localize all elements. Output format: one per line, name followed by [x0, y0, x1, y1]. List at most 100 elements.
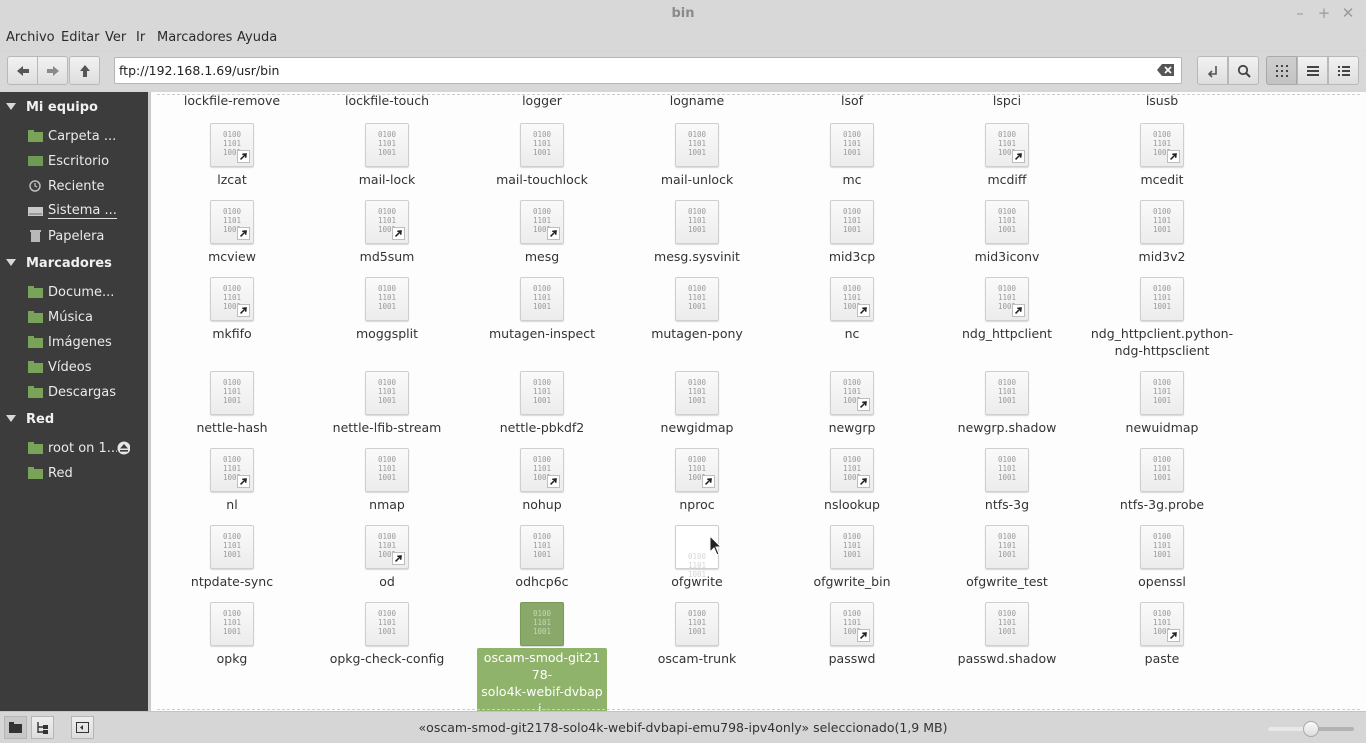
hide-sidebar-button[interactable] [71, 716, 94, 739]
file-item[interactable]: 0100 1101 1001 nproc [624, 448, 770, 513]
file-item[interactable]: 0100 1101 1001 mcedit [1089, 123, 1235, 188]
file-item[interactable]: 0100 1101 1001 mesg [469, 200, 615, 265]
file-item[interactable]: 0100 1101 1001 opkg-check-config [314, 602, 460, 667]
file-item[interactable]: 0100 1101 1001 mail-touchlock [469, 123, 615, 188]
file-item[interactable]: lockfile-touch [314, 92, 460, 109]
file-item[interactable]: 0100 1101 1001 oscam-smod-git2178- solo4k… [469, 602, 615, 711]
file-item[interactable]: 0100 1101 1001 ndg_httpclient.python- ndg… [1089, 277, 1235, 359]
binary-glyph: 0100 1101 1001 [377, 130, 397, 157]
location-input[interactable]: ftp://192.168.1.69/usr/bin [119, 63, 279, 78]
file-item[interactable]: 0100 1101 1001 odhcp6c [469, 525, 615, 590]
file-item[interactable]: 0100 1101 1001 lzcat [159, 123, 305, 188]
close-button[interactable]: ✕ [1338, 3, 1358, 23]
location-bar[interactable]: ftp://192.168.1.69/usr/bin [114, 57, 1182, 84]
sidebar-item-reciente[interactable]: Reciente [28, 175, 146, 197]
menu-ir[interactable]: Ir [136, 30, 145, 45]
file-view[interactable]: lockfile-remove lockfile-touch logger logna… [150, 92, 1366, 711]
file-item[interactable]: 0100 1101 1001 moggsplit [314, 277, 460, 342]
file-item[interactable]: 0100 1101 1001 mid3cp [779, 200, 925, 265]
file-item[interactable]: 0100 1101 1001 md5sum [314, 200, 460, 265]
sidebar-section-mi-equipo[interactable]: Mi equipo [6, 100, 98, 115]
sidebar-section-red[interactable]: Red [6, 412, 54, 427]
compact-view-button[interactable] [1328, 56, 1359, 85]
file-item[interactable]: 0100 1101 1001 mail-unlock [624, 123, 770, 188]
file-item[interactable]: lockfile-remove [159, 92, 305, 109]
file-item[interactable]: 0100 1101 1001 oscam-trunk [624, 602, 770, 667]
file-item[interactable]: 0100 1101 1001 nettle-pbkdf2 [469, 371, 615, 436]
binary-file-icon: 0100 1101 1001 [985, 200, 1029, 244]
maximize-button[interactable]: + [1314, 3, 1334, 23]
sidebar-item-carpeta[interactable]: Carpeta ... [28, 125, 146, 147]
file-item[interactable]: 0100 1101 1001 nc [779, 277, 925, 342]
sidebar-item-red[interactable]: Red [28, 462, 146, 484]
back-button[interactable] [7, 56, 38, 85]
file-item[interactable]: 0100 1101 1001 mcview [159, 200, 305, 265]
show-tree-button[interactable] [31, 716, 54, 739]
file-item[interactable]: 0100 1101 1001 od [314, 525, 460, 590]
menu-editar[interactable]: Editar [61, 30, 100, 45]
file-item[interactable]: 0100 1101 1001 mail-lock [314, 123, 460, 188]
file-item[interactable]: 0100 1101 1001 passwd.shadow [934, 602, 1080, 667]
file-item[interactable]: 0100 1101 1001 nslookup [779, 448, 925, 513]
search-button[interactable] [1228, 56, 1259, 85]
sidebar-item-papelera[interactable]: Papelera [28, 225, 146, 247]
clear-location-icon[interactable] [1157, 63, 1175, 77]
file-item[interactable]: 0100 1101 1001 nettle-lfib-stream [314, 371, 460, 436]
file-item[interactable]: 0100 1101 1001 ndg_httpclient [934, 277, 1080, 342]
sidebar-item-sistema[interactable]: Sistema ... [28, 200, 146, 222]
file-item[interactable]: 0100 1101 1001 ofgwrite_bin [779, 525, 925, 590]
sidebar-item-imagenes[interactable]: Imágenes [28, 331, 146, 353]
file-item[interactable]: 0100 1101 1001 ntfs-3g [934, 448, 1080, 513]
file-item[interactable]: lspci [934, 92, 1080, 109]
minimize-button[interactable]: – [1290, 3, 1310, 23]
show-places-button[interactable] [4, 716, 27, 739]
file-item[interactable]: 0100 1101 1001 ntpdate-sync [159, 525, 305, 590]
menu-marcadores[interactable]: Marcadores [157, 30, 232, 45]
file-item[interactable]: 0100 1101 1001 newgrp.shadow [934, 371, 1080, 436]
toggle-location-button[interactable] [1197, 56, 1228, 85]
zoom-slider-handle[interactable] [1303, 721, 1319, 737]
file-item[interactable]: 0100 1101 1001 mid3iconv [934, 200, 1080, 265]
sidebar-item-root-share[interactable]: root on 1... [28, 437, 146, 459]
file-item[interactable]: 0100 1101 1001 opkg [159, 602, 305, 667]
file-item[interactable]: 0100 1101 1001 nettle-hash [159, 371, 305, 436]
up-button[interactable] [69, 56, 100, 85]
file-item[interactable]: 0100 1101 1001 mutagen-inspect [469, 277, 615, 342]
file-item[interactable]: 0100 1101 1001 mid3v2 [1089, 200, 1235, 265]
file-item[interactable]: 0100 1101 1001 mkfifo [159, 277, 305, 342]
menu-ayuda[interactable]: Ayuda [237, 30, 277, 45]
sidebar-section-marcadores[interactable]: Marcadores [6, 256, 112, 271]
icon-view-button[interactable] [1266, 56, 1297, 85]
menu-ver[interactable]: Ver [105, 30, 126, 45]
file-item[interactable]: 0100 1101 1001 nohup [469, 448, 615, 513]
file-item[interactable]: logname [624, 92, 770, 109]
file-item[interactable]: 0100 1101 1001 openssl [1089, 525, 1235, 590]
file-item[interactable]: 0100 1101 1001 newgidmap [624, 371, 770, 436]
sidebar-item-musica[interactable]: Música [28, 306, 146, 328]
file-item[interactable]: 0100 1101 1001 mcdiff [934, 123, 1080, 188]
file-item[interactable]: 0100 1101 1001 newuidmap [1089, 371, 1235, 436]
file-item[interactable]: 0100 1101 1001 mesg.sysvinit [624, 200, 770, 265]
file-item[interactable]: 0100 1101 1001 ofgwrite [624, 525, 770, 590]
file-item[interactable]: lsof [779, 92, 925, 109]
file-item[interactable]: 0100 1101 1001 nl [159, 448, 305, 513]
sidebar-item-descargas[interactable]: Descargas [28, 381, 146, 403]
file-item[interactable]: 0100 1101 1001 mc [779, 123, 925, 188]
file-item[interactable]: 0100 1101 1001 paste [1089, 602, 1235, 667]
file-item[interactable]: lsusb [1089, 92, 1235, 109]
file-item[interactable]: 0100 1101 1001 mutagen-pony [624, 277, 770, 342]
sidebar-item-videos[interactable]: Vídeos [28, 356, 146, 378]
forward-button[interactable] [37, 56, 68, 85]
file-item[interactable]: 0100 1101 1001 passwd [779, 602, 925, 667]
sidebar-item-escritorio[interactable]: Escritorio [28, 150, 146, 172]
sidebar-item-documentos[interactable]: Docume... [28, 281, 146, 303]
file-item[interactable]: 0100 1101 1001 nmap [314, 448, 460, 513]
menu-archivo[interactable]: Archivo [6, 30, 55, 45]
binary-glyph: 0100 1101 1001 [687, 207, 707, 234]
file-item[interactable]: logger [469, 92, 615, 109]
eject-icon[interactable] [117, 441, 130, 455]
file-item[interactable]: 0100 1101 1001 newgrp [779, 371, 925, 436]
file-item[interactable]: 0100 1101 1001 ofgwrite_test [934, 525, 1080, 590]
file-item[interactable]: 0100 1101 1001 ntfs-3g.probe [1089, 448, 1235, 513]
list-view-button[interactable] [1297, 56, 1328, 85]
